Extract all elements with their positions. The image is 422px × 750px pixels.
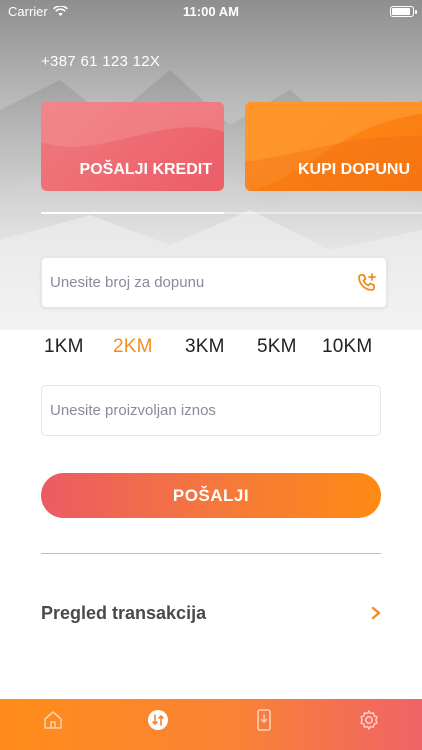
- send-button[interactable]: POŠALJI: [41, 473, 381, 518]
- buy-topup-label: KUPI DOPUNU: [298, 161, 411, 178]
- account-phone-number: +387 61 123 12X: [41, 53, 161, 70]
- amount-option-5km[interactable]: 5KM: [257, 336, 297, 358]
- send-credit-card[interactable]: POŠALJI KREDIT: [41, 102, 224, 191]
- add-contact-phone-icon[interactable]: [356, 272, 378, 294]
- battery-icon: [390, 5, 417, 17]
- home-icon: [44, 711, 62, 729]
- buy-tab-indicator: [224, 212, 422, 214]
- buy-topup-card[interactable]: KUPI DOPUNU: [245, 102, 422, 191]
- phone-number-field[interactable]: [41, 257, 387, 308]
- transactions-row[interactable]: Pregled transakcija: [41, 598, 383, 628]
- settings-gear-icon: [360, 710, 378, 730]
- tab-transfer[interactable]: [138, 709, 178, 731]
- amount-option-2km[interactable]: 2KM: [113, 336, 153, 358]
- send-tab-indicator: [41, 212, 224, 214]
- status-bar: Carrier 11:00 AM: [0, 0, 422, 22]
- section-divider: [41, 553, 381, 554]
- status-left: Carrier: [8, 4, 68, 19]
- phone-number-input[interactable]: [50, 274, 378, 291]
- transfer-icon: [148, 710, 169, 730]
- tab-home[interactable]: [33, 709, 73, 731]
- chevron-right-icon: [369, 604, 383, 622]
- carrier-label: Carrier: [8, 3, 48, 19]
- amount-option-3km[interactable]: 3KM: [185, 336, 225, 358]
- mobile-topup-icon: [257, 709, 271, 731]
- amount-options: 1KM 2KM 3KM 5KM 10KM: [0, 336, 422, 362]
- amount-option-10km[interactable]: 10KM: [322, 336, 372, 358]
- amount-option-1km[interactable]: 1KM: [44, 336, 84, 358]
- transactions-label: Pregled transakcija: [41, 602, 207, 623]
- wifi-icon: [52, 5, 68, 16]
- send-credit-label: POŠALJI KREDIT: [79, 161, 212, 178]
- tab-settings[interactable]: [349, 709, 389, 731]
- bottom-tab-bar: [0, 699, 422, 750]
- tab-mobile-topup[interactable]: [244, 709, 284, 731]
- custom-amount-input[interactable]: [50, 402, 372, 419]
- custom-amount-field[interactable]: [41, 385, 381, 436]
